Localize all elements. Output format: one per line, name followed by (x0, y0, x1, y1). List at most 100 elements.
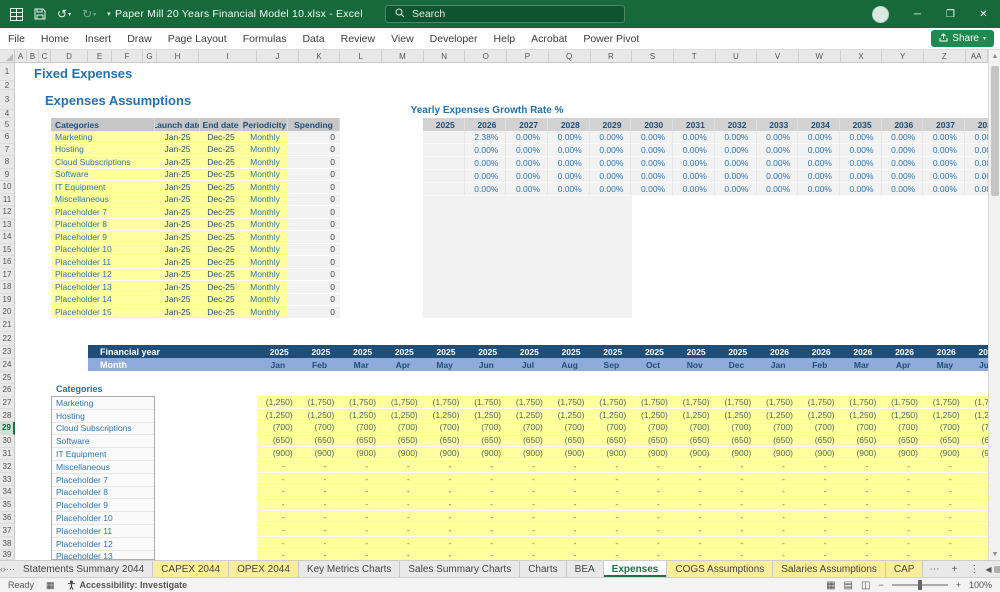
monthly-cell[interactable]: - (882, 460, 924, 473)
monthly-cell[interactable]: - (340, 486, 383, 499)
growth-table-title[interactable]: Yearly Expenses Growth Rate % (404, 105, 570, 116)
monthly-cell[interactable]: (1,250) (507, 409, 549, 422)
assumptions-cell[interactable]: 0 (288, 281, 340, 294)
assumptions-cell[interactable]: Jan-25 (155, 293, 200, 306)
monthly-cell[interactable]: - (632, 511, 674, 524)
row-header-18[interactable]: 18 (0, 281, 15, 294)
growth-cell[interactable]: 0.00% (839, 157, 882, 170)
monthly-cell[interactable]: (1,250) (590, 409, 633, 422)
month-cell[interactable]: May (424, 358, 466, 371)
monthly-cell[interactable]: - (340, 460, 383, 473)
category-list-item[interactable]: Placeholder 10 (52, 512, 154, 525)
row-header-27[interactable]: 27 (0, 396, 15, 410)
monthly-cell[interactable]: - (382, 537, 424, 550)
monthly-cell[interactable]: (650) (924, 434, 966, 448)
sheet-tab-sales-summary-charts[interactable]: Sales Summary Charts (400, 561, 521, 577)
growth-cell[interactable]: 0.00% (673, 157, 715, 170)
monthly-cell[interactable]: (700) (590, 422, 633, 435)
select-all-corner[interactable] (0, 50, 15, 62)
sheet-tab-expenses[interactable]: Expenses (603, 561, 668, 577)
assumptions-cell[interactable]: Dec-25 (200, 168, 242, 181)
monthly-cell[interactable]: - (507, 498, 549, 512)
monthly-cell[interactable]: - (924, 460, 966, 473)
assumptions-cell[interactable]: Monthly (242, 256, 288, 269)
new-sheet-button[interactable]: + (945, 564, 963, 575)
category-list-item[interactable]: Placeholder 7 (52, 473, 154, 487)
growth-cell[interactable]: 0.00% (881, 183, 924, 196)
monthly-cell[interactable]: (1,750) (548, 396, 591, 409)
growth-cell[interactable] (423, 131, 465, 144)
ribbon-tab-file[interactable]: File (0, 28, 33, 50)
monthly-cell[interactable]: - (423, 473, 466, 486)
row-header-24[interactable]: 24 (0, 358, 15, 372)
monthly-cell[interactable]: - (757, 550, 799, 560)
monthly-cell[interactable]: (650) (798, 434, 841, 448)
excel-app-icon[interactable] (10, 7, 23, 21)
growth-cell[interactable]: 0.00% (798, 183, 840, 196)
fy-cell[interactable]: 2025 (424, 345, 466, 358)
monthly-cell[interactable]: - (798, 460, 841, 473)
column-header-H[interactable]: H (157, 50, 199, 62)
growth-cell[interactable]: 0.00% (839, 170, 882, 183)
row-header-6[interactable]: 6 (0, 131, 15, 144)
column-header-V[interactable]: V (757, 50, 799, 62)
monthly-cell[interactable]: - (423, 486, 466, 499)
row-header-17[interactable]: 17 (0, 268, 15, 281)
monthly-cell[interactable]: - (882, 473, 924, 486)
assumptions-cell[interactable]: Monthly (242, 206, 288, 219)
column-header-K[interactable]: K (299, 50, 341, 62)
assumptions-cell[interactable]: Dec-25 (200, 268, 242, 281)
monthly-cell[interactable]: - (673, 524, 716, 537)
monthly-cell[interactable]: - (465, 537, 508, 550)
growth-cell[interactable]: 0.00% (589, 157, 632, 170)
month-cell[interactable]: Jun (966, 358, 988, 371)
row-header-12[interactable]: 12 (0, 206, 15, 219)
monthly-cell[interactable]: - (549, 550, 591, 560)
assumptions-cell[interactable]: Jan-25 (155, 306, 200, 319)
growth-cell[interactable]: 0.00% (589, 170, 632, 183)
month-cell[interactable]: Feb (799, 358, 841, 371)
column-header-A[interactable]: A (15, 50, 27, 62)
monthly-cell[interactable]: (650) (965, 434, 988, 448)
growth-year-2028[interactable]: 2028 (548, 118, 590, 131)
column-header-Y[interactable]: Y (882, 50, 924, 62)
column-header-Z[interactable]: Z (924, 50, 966, 62)
fy-cell[interactable]: 2025 (382, 345, 424, 358)
column-header-J[interactable]: J (257, 50, 299, 62)
growth-cell[interactable] (423, 144, 465, 157)
monthly-cell[interactable]: - (590, 460, 633, 473)
monthly-cell[interactable]: - (673, 537, 716, 550)
monthly-cell[interactable]: - (840, 537, 883, 550)
monthly-cell[interactable]: - (715, 460, 758, 473)
assumptions-cell[interactable]: Dec-25 (200, 131, 242, 144)
monthly-cell[interactable]: (1,750) (924, 396, 966, 409)
monthly-cell[interactable]: (700) (548, 422, 591, 435)
tab-scroll-left-icon[interactable]: ◀ (985, 565, 991, 574)
row-header-31[interactable]: 31 (0, 447, 15, 461)
assumptions-cell[interactable]: 0 (288, 168, 340, 181)
monthly-cell[interactable]: - (840, 498, 883, 512)
growth-cell[interactable]: 0.00% (464, 157, 507, 170)
growth-cell[interactable]: 0.00% (798, 131, 840, 144)
growth-cell[interactable]: 0.00% (673, 144, 715, 157)
monthly-cell[interactable]: - (632, 524, 674, 537)
monthly-cell[interactable]: - (965, 524, 988, 537)
monthly-cell[interactable]: (700) (340, 422, 383, 435)
row-header-37[interactable]: 37 (0, 524, 15, 538)
monthly-cell[interactable]: (900) (298, 447, 341, 460)
fy-cell[interactable]: 2026 (757, 345, 799, 358)
assumptions-cell[interactable]: 0 (288, 231, 340, 244)
monthly-cell[interactable]: (700) (507, 422, 549, 435)
month-cell[interactable]: Mar (340, 358, 382, 371)
undo-button[interactable]: ↺ ▾ (57, 7, 71, 21)
tab-splitter-icon[interactable]: ⋮ (963, 564, 985, 575)
monthly-cell[interactable]: - (882, 550, 924, 560)
monthly-cell[interactable]: (1,250) (715, 409, 758, 422)
assumptions-cell[interactable]: Jan-25 (155, 181, 200, 194)
monthly-cell[interactable]: - (715, 511, 758, 524)
column-header-Q[interactable]: Q (549, 50, 591, 62)
growth-year-2038[interactable]: 2038 (964, 118, 988, 131)
ribbon-tab-help[interactable]: Help (486, 28, 524, 50)
assumptions-header-spending[interactable]: Spending (288, 118, 340, 131)
monthly-cell[interactable]: (1,750) (423, 396, 466, 409)
